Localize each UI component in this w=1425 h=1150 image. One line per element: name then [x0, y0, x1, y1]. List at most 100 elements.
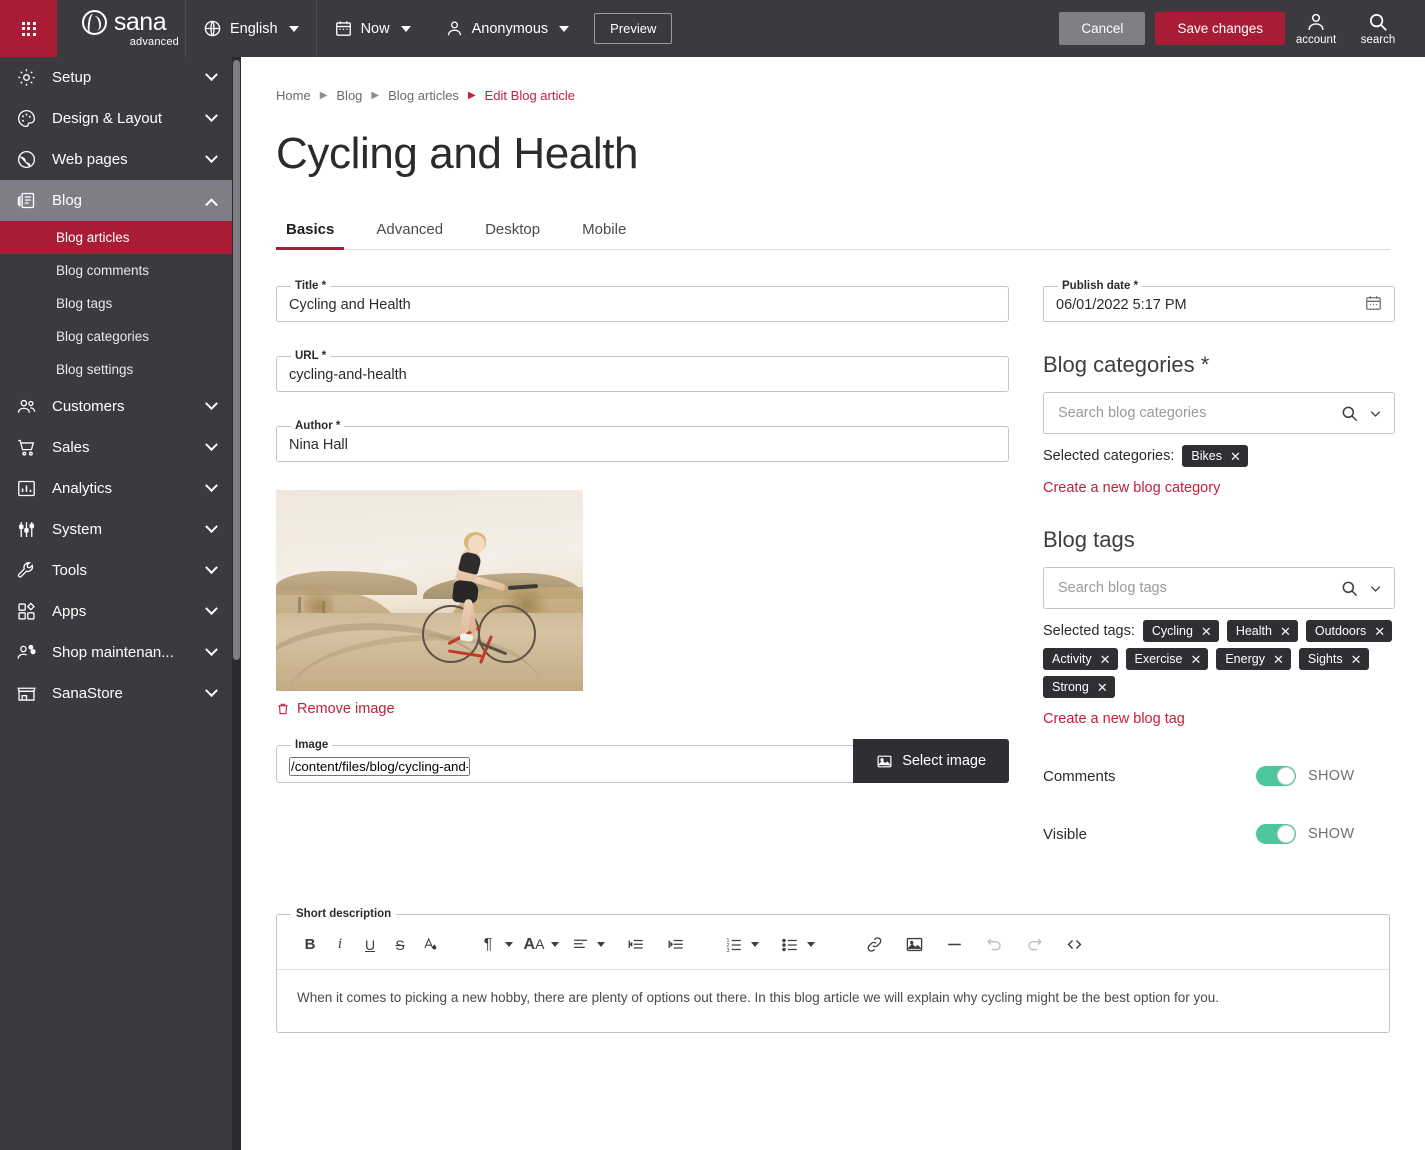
- tab-basics[interactable]: Basics: [276, 215, 344, 249]
- tag-chip-exercise[interactable]: Exercise ✕: [1126, 648, 1209, 670]
- indent-icon[interactable]: [661, 930, 691, 960]
- tag-chip-energy[interactable]: Energy ✕: [1216, 648, 1291, 670]
- sana-logo[interactable]: sana advanced: [57, 0, 185, 57]
- sidebar-item-tools[interactable]: Tools: [0, 550, 232, 591]
- breadcrumb-home[interactable]: Home: [276, 88, 311, 103]
- close-icon[interactable]: ✕: [1100, 653, 1111, 666]
- redo-icon[interactable]: [1019, 930, 1049, 960]
- sidebar-item-apps[interactable]: Apps: [0, 591, 232, 632]
- close-icon[interactable]: ✕: [1097, 681, 1108, 694]
- chevron-down-icon[interactable]: [1367, 405, 1384, 422]
- search-button[interactable]: search: [1347, 11, 1409, 46]
- tab-mobile[interactable]: Mobile: [572, 215, 636, 249]
- author-input[interactable]: [289, 437, 996, 453]
- sidebar-item-setup[interactable]: Setup: [0, 57, 232, 98]
- tag-chip-activity[interactable]: Activity ✕: [1043, 648, 1118, 670]
- chevron-down-icon[interactable]: [807, 942, 815, 947]
- sidebar-item-customers[interactable]: Customers: [0, 386, 232, 427]
- horizontal-rule-icon[interactable]: [939, 930, 969, 960]
- cancel-button[interactable]: Cancel: [1059, 12, 1145, 45]
- breadcrumb-blog[interactable]: Blog: [336, 88, 362, 103]
- title-input[interactable]: [289, 297, 996, 313]
- sidebar-item-design-layout[interactable]: Design & Layout: [0, 98, 232, 139]
- search-icon[interactable]: [1340, 404, 1359, 423]
- breadcrumb-current[interactable]: Edit Blog article: [485, 88, 575, 103]
- account-button[interactable]: account: [1285, 11, 1347, 46]
- tag-chip-cycling[interactable]: Cycling ✕: [1143, 620, 1219, 642]
- tag-chip-sights[interactable]: Sights ✕: [1299, 648, 1369, 670]
- remove-image-button[interactable]: Remove image: [276, 701, 1009, 717]
- short-description-label: Short description: [291, 908, 396, 920]
- chevron-down-icon[interactable]: [551, 942, 559, 947]
- sidebar-item-blog-settings[interactable]: Blog settings: [0, 353, 232, 386]
- tab-desktop[interactable]: Desktop: [475, 215, 550, 249]
- tab-advanced[interactable]: Advanced: [366, 215, 453, 249]
- align-icon[interactable]: [565, 930, 595, 960]
- sidebar-item-blog[interactable]: Blog: [0, 180, 232, 221]
- comments-toggle[interactable]: [1256, 766, 1296, 786]
- url-input[interactable]: [289, 367, 996, 383]
- italic-icon[interactable]: i: [325, 930, 355, 960]
- underline-icon[interactable]: U: [355, 930, 385, 960]
- apps-launcher-button[interactable]: [0, 0, 57, 57]
- ordered-list-icon[interactable]: 1 2 3: [719, 930, 749, 960]
- sidebar-item-analytics[interactable]: Analytics: [0, 468, 232, 509]
- text-color-icon[interactable]: [415, 930, 445, 960]
- search-label: search: [1361, 34, 1396, 46]
- sidebar-item-blog-comments[interactable]: Blog comments: [0, 254, 232, 287]
- unordered-list-icon[interactable]: [775, 930, 805, 960]
- close-icon[interactable]: ✕: [1273, 653, 1284, 666]
- sidebar-item-system[interactable]: System: [0, 509, 232, 550]
- create-blog-tag-link[interactable]: Create a new blog tag: [1043, 711, 1185, 727]
- paragraph-format-icon[interactable]: ¶: [473, 930, 503, 960]
- chevron-down-icon[interactable]: [597, 942, 605, 947]
- visible-toggle[interactable]: [1256, 824, 1296, 844]
- save-changes-button[interactable]: Save changes: [1155, 12, 1285, 45]
- chevron-down-icon[interactable]: [505, 942, 513, 947]
- close-icon[interactable]: ✕: [1351, 653, 1362, 666]
- sidebar-item-sales[interactable]: Sales: [0, 427, 232, 468]
- blog-tags-search-input[interactable]: [1058, 580, 1332, 596]
- date-mode-selector[interactable]: Now: [317, 0, 428, 57]
- strikethrough-icon[interactable]: S: [385, 930, 415, 960]
- image-path-input[interactable]: [289, 757, 470, 776]
- close-icon[interactable]: ✕: [1190, 653, 1201, 666]
- font-size-icon[interactable]: AA: [519, 930, 549, 960]
- user-selector[interactable]: Anonymous: [428, 0, 587, 57]
- insert-image-icon[interactable]: [899, 930, 929, 960]
- tag-chip-strong[interactable]: Strong ✕: [1043, 676, 1115, 698]
- preview-button[interactable]: Preview: [594, 13, 672, 44]
- sidebar-item-web-pages[interactable]: Web pages: [0, 139, 232, 180]
- tag-chip-health[interactable]: Health ✕: [1227, 620, 1298, 642]
- calendar-picker-icon[interactable]: [1364, 293, 1383, 312]
- language-selector[interactable]: English: [186, 0, 316, 57]
- chevron-down-icon[interactable]: [751, 942, 759, 947]
- close-icon[interactable]: ✕: [1280, 625, 1291, 638]
- code-view-icon[interactable]: [1059, 930, 1089, 960]
- breadcrumb-blog-articles[interactable]: Blog articles: [388, 88, 459, 103]
- bold-icon[interactable]: B: [295, 930, 325, 960]
- select-image-button[interactable]: Select image: [853, 739, 1009, 783]
- sidebar-item-shop-maintenance[interactable]: Shop maintenan...: [0, 632, 232, 673]
- chevron-down-icon[interactable]: [1367, 580, 1384, 597]
- sidebar-item-blog-articles[interactable]: Blog articles: [0, 221, 232, 254]
- close-icon[interactable]: ✕: [1230, 450, 1241, 463]
- sidebar-scrollbar-thumb[interactable]: [233, 60, 240, 660]
- link-icon[interactable]: [859, 930, 889, 960]
- blog-tags-search[interactable]: [1043, 567, 1395, 609]
- undo-icon[interactable]: [979, 930, 1009, 960]
- tag-chip-outdoors[interactable]: Outdoors ✕: [1306, 620, 1392, 642]
- short-description-text[interactable]: When it comes to picking a new hobby, th…: [277, 970, 1389, 1032]
- category-chip-bikes[interactable]: Bikes ✕: [1182, 445, 1247, 467]
- sidebar-item-blog-categories[interactable]: Blog categories: [0, 320, 232, 353]
- blog-categories-search[interactable]: [1043, 392, 1395, 434]
- search-icon[interactable]: [1340, 579, 1359, 598]
- create-blog-category-link[interactable]: Create a new blog category: [1043, 480, 1220, 496]
- outdent-icon[interactable]: [621, 930, 651, 960]
- close-icon[interactable]: ✕: [1374, 625, 1385, 638]
- publish-date-input[interactable]: [1056, 297, 1354, 313]
- sidebar-item-sanastore[interactable]: SanaStore: [0, 673, 232, 714]
- sidebar-item-blog-tags[interactable]: Blog tags: [0, 287, 232, 320]
- close-icon[interactable]: ✕: [1201, 625, 1212, 638]
- blog-categories-search-input[interactable]: [1058, 405, 1332, 421]
